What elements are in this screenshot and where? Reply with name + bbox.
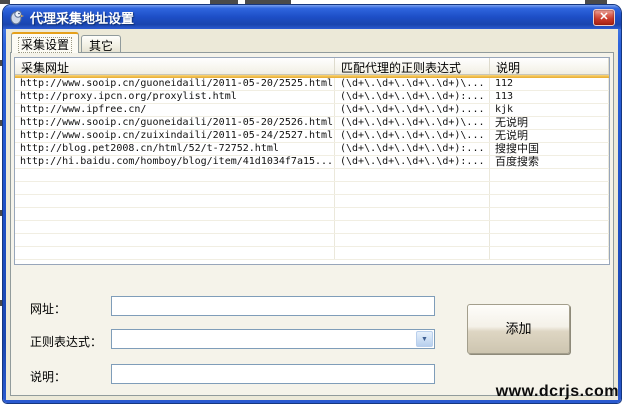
cell-desc: 113 xyxy=(490,91,609,103)
background-fragment xyxy=(245,0,291,4)
cell-url: http://blog.pet2008.cn/html/52/t-72752.h… xyxy=(15,143,335,155)
cell-regex: (\d+\.\d+\.\d+\.\d+)\... xyxy=(335,78,490,90)
cell-desc xyxy=(490,195,609,207)
cell-regex: (\d+\.\d+\.\d+\.\d+)\... xyxy=(335,130,490,142)
cell-desc xyxy=(490,221,609,233)
table-row[interactable]: http://www.sooip.cn/guoneidaili/2011-05-… xyxy=(15,78,609,91)
cell-desc: 无说明 xyxy=(490,117,609,129)
cell-url: http://www.sooip.cn/guoneidaili/2011-05-… xyxy=(15,117,335,129)
table-row[interactable] xyxy=(15,208,609,221)
url-input[interactable] xyxy=(111,296,435,316)
background-fragment xyxy=(585,0,607,4)
cell-desc: 无说明 xyxy=(490,130,609,142)
cell-regex xyxy=(335,247,490,259)
cell-url xyxy=(15,208,335,220)
cell-url: http://www.ipfree.cn/ xyxy=(15,104,335,116)
column-header[interactable]: 采集网址 xyxy=(15,58,335,74)
close-button[interactable]: ✕ xyxy=(593,9,615,26)
add-button[interactable]: 添加 xyxy=(467,304,570,354)
cell-desc xyxy=(490,169,609,181)
proxy-settings-dialog: 代理采集地址设置 ✕ 采集设置 其它 采集网址匹配代理的正则表达式说明 http… xyxy=(3,5,621,403)
cell-desc xyxy=(490,247,609,259)
table-row[interactable] xyxy=(15,247,609,260)
watermark: www.dcrjs.com xyxy=(496,383,619,401)
table-row[interactable] xyxy=(15,195,609,208)
desc-label: 说明： xyxy=(30,368,66,385)
regex-combobox[interactable]: ▼ xyxy=(111,329,435,349)
table-row[interactable]: http://www.sooip.cn/zuixindaili/2011-05-… xyxy=(15,130,609,143)
cell-url: http://proxy.ipcn.org/proxylist.html xyxy=(15,91,335,103)
background-fragment xyxy=(0,0,10,4)
cell-regex: (\d+\.\d+\.\d+\.\d+):... xyxy=(335,91,490,103)
cell-regex xyxy=(335,195,490,207)
background-fragment xyxy=(210,0,238,4)
cell-regex: (\d+\.\d+\.\d+\.\d+)\... xyxy=(335,117,490,129)
desc-input[interactable] xyxy=(111,364,435,384)
table-row[interactable] xyxy=(15,182,609,195)
cell-url: http://hi.baidu.com/homboy/blog/item/41d… xyxy=(15,156,335,168)
cell-desc xyxy=(490,234,609,246)
app-icon xyxy=(9,9,25,25)
tab-collection-settings[interactable]: 采集设置 xyxy=(11,32,79,53)
cell-url xyxy=(15,182,335,194)
cell-url: http://www.sooip.cn/guoneidaili/2011-05-… xyxy=(15,78,335,90)
cell-desc: 112 xyxy=(490,78,609,90)
tab-other[interactable]: 其它 xyxy=(81,35,121,53)
cell-regex: (\d+\.\d+\.\d+\.\d+):... xyxy=(335,143,490,155)
table-row[interactable]: http://www.ipfree.cn/(\d+\.\d+\.\d+\.\d+… xyxy=(15,104,609,117)
tab-label: 其它 xyxy=(89,39,113,53)
url-label: 网址： xyxy=(30,300,66,317)
column-header[interactable]: 匹配代理的正则表达式 xyxy=(335,58,490,74)
cell-url xyxy=(15,234,335,246)
tab-label: 采集设置 xyxy=(19,38,71,52)
column-header[interactable]: 说明 xyxy=(490,58,609,74)
tab-page-collection-settings: 采集网址匹配代理的正则表达式说明 http://www.sooip.cn/guo… xyxy=(10,52,614,396)
cell-regex: (\d+\.\d+\.\d+\.\d+).... xyxy=(335,104,490,116)
cell-desc: kjk xyxy=(490,104,609,116)
cell-desc: 搜搜中国 xyxy=(490,143,609,155)
cell-regex: (\d+\.\d+\.\d+\.\d+):... xyxy=(335,156,490,168)
table-row[interactable]: http://hi.baidu.com/homboy/blog/item/41d… xyxy=(15,156,609,169)
window-title: 代理采集地址设置 xyxy=(30,8,134,27)
cell-url xyxy=(15,247,335,259)
cell-desc: 百度搜索 xyxy=(490,156,609,168)
tabstrip: 采集设置 其它 xyxy=(11,32,121,53)
cell-regex xyxy=(335,221,490,233)
table-row[interactable] xyxy=(15,234,609,247)
listview-body: http://www.sooip.cn/guoneidaili/2011-05-… xyxy=(15,78,609,260)
cell-url xyxy=(15,169,335,181)
titlebar[interactable]: 代理采集地址设置 ✕ xyxy=(3,5,621,29)
table-row[interactable] xyxy=(15,169,609,182)
cell-url: http://www.sooip.cn/zuixindaili/2011-05-… xyxy=(15,130,335,142)
regex-label: 正则表达式： xyxy=(30,333,102,350)
cell-url xyxy=(15,221,335,233)
cell-regex xyxy=(335,182,490,194)
proxy-url-listview[interactable]: 采集网址匹配代理的正则表达式说明 http://www.sooip.cn/guo… xyxy=(14,57,610,265)
cell-regex xyxy=(335,234,490,246)
cell-desc xyxy=(490,182,609,194)
table-row[interactable] xyxy=(15,221,609,234)
cell-url xyxy=(15,195,335,207)
combo-dropdown-icon[interactable]: ▼ xyxy=(416,331,433,347)
table-row[interactable]: http://blog.pet2008.cn/html/52/t-72752.h… xyxy=(15,143,609,156)
cell-regex xyxy=(335,208,490,220)
table-row[interactable]: http://proxy.ipcn.org/proxylist.html(\d+… xyxy=(15,91,609,104)
table-row[interactable]: http://www.sooip.cn/guoneidaili/2011-05-… xyxy=(15,117,609,130)
cell-regex xyxy=(335,169,490,181)
listview-header: 采集网址匹配代理的正则表达式说明 xyxy=(15,58,609,75)
cell-desc xyxy=(490,208,609,220)
dialog-body: 采集设置 其它 采集网址匹配代理的正则表达式说明 http://www.sooi… xyxy=(6,29,618,400)
